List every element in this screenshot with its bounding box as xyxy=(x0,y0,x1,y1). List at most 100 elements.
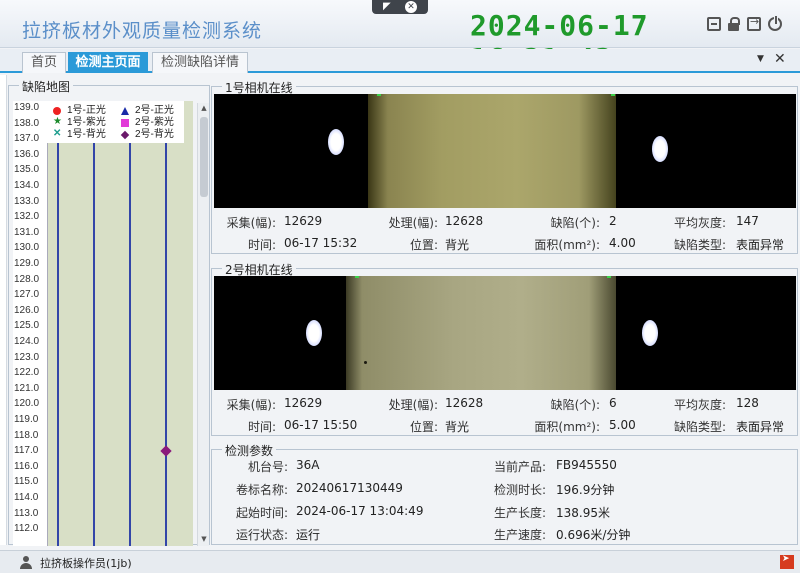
tab-main-inspection[interactable]: 检测主页面 xyxy=(68,52,148,73)
minimize-icon[interactable] xyxy=(707,17,721,31)
volume-value: 20240617130449 xyxy=(296,481,403,495)
position-value: 背光 xyxy=(445,238,470,252)
legend-label: 1号-背光 xyxy=(67,129,106,140)
star-icon: ★ xyxy=(53,116,62,127)
camera1-image[interactable] xyxy=(214,94,796,208)
legend-label: 2号-正光 xyxy=(135,105,174,116)
roi-marker xyxy=(607,276,611,278)
scroll-thumb[interactable] xyxy=(200,117,208,197)
area-value: 5.00 xyxy=(609,418,636,432)
y-tick-label: 138.0 xyxy=(14,117,40,129)
y-tick-label: 121.0 xyxy=(14,382,40,394)
y-tick-label: 124.0 xyxy=(14,336,40,347)
y-tick-label: 123.0 xyxy=(14,351,40,363)
diamond-icon xyxy=(120,130,130,140)
y-tick-label: 129.0 xyxy=(14,258,40,269)
camera1-stats-row: 采集(幅): 12629 处理(幅): 12628 缺陷(个): 2 平均灰度:… xyxy=(212,214,799,232)
title-bar: 拉挤板材外观质量检测系统 ◤ ✕ 2024-06-17 16:21:43 xyxy=(0,0,800,75)
defect-type-label: 缺陷类型: xyxy=(673,238,726,252)
product-label: 当前产品: xyxy=(493,460,546,474)
y-tick-label: 130.0 xyxy=(14,242,40,254)
camera2-stats-row: 采集(幅): 12629 处理(幅): 12628 缺陷(个): 6 平均灰度:… xyxy=(212,396,799,414)
area-label: 面积(mm²): xyxy=(534,420,600,434)
defects-value: 2 xyxy=(609,214,617,228)
y-tick-label: 115.0 xyxy=(14,476,39,488)
lamp-glare xyxy=(328,129,344,155)
x-icon: ✕ xyxy=(53,128,62,139)
close-icon[interactable]: ✕ xyxy=(405,1,417,13)
defects-label: 缺陷(个): xyxy=(550,216,600,230)
time-value: 06-17 15:32 xyxy=(284,236,358,250)
user-icon xyxy=(20,556,32,569)
process-value: 12628 xyxy=(445,214,484,228)
legend-label: 1号-紫光 xyxy=(67,117,106,128)
legend: 1号-正光 2号-正光 ★ 1号-紫光 2号-紫光 ✕ 1号-背光 2号-背光 xyxy=(47,101,184,143)
y-tick-label: 133.0 xyxy=(14,195,40,207)
gray-label: 平均灰度: xyxy=(673,216,726,230)
triangle-icon xyxy=(121,107,129,115)
notification-icon[interactable] xyxy=(780,554,794,569)
tab-defect-details[interactable]: 检测缺陷详情 xyxy=(152,52,248,73)
defect-point[interactable] xyxy=(160,445,172,457)
map-scrollbar[interactable]: ▲ ▼ xyxy=(197,103,209,546)
y-tick-label: 137.0 xyxy=(14,133,40,145)
square-icon xyxy=(121,119,129,127)
position-label: 位置: xyxy=(409,420,438,434)
gray-label: 平均灰度: xyxy=(673,398,726,412)
legend-label: 2号-背光 xyxy=(135,129,174,140)
y-tick-label: 116.0 xyxy=(14,460,39,472)
tab-home[interactable]: 首页 xyxy=(22,52,66,73)
camera2-image[interactable] xyxy=(214,276,796,390)
gray-value: 128 xyxy=(736,396,759,410)
camera2-defect-row: 时间: 06-17 15:50 位置: 背光 面积(mm²): 5.00 缺陷类… xyxy=(212,418,799,436)
process-label: 处理(幅): xyxy=(388,216,438,230)
y-tick-label: 132.0 xyxy=(14,211,40,223)
lane-line xyxy=(129,101,131,546)
y-tick-label: 122.0 xyxy=(14,367,40,379)
defect-map-chart[interactable]: 139.0 138.0 137.0 136.0 135.0 134.0 133.0 132.0… xyxy=(13,101,193,546)
roi-marker xyxy=(611,94,615,96)
y-tick-label: 136.0 xyxy=(14,148,40,160)
time-value: 06-17 15:50 xyxy=(284,418,358,432)
y-tick-label: 119.0 xyxy=(14,414,39,425)
collect-value: 12629 xyxy=(284,214,323,228)
tab-list-dropdown-icon[interactable]: ▼ xyxy=(757,54,764,64)
time-label: 时间: xyxy=(247,238,276,252)
process-value: 12628 xyxy=(445,396,484,410)
roi-marker xyxy=(377,94,381,96)
plot-area[interactable] xyxy=(47,101,193,546)
lane-line xyxy=(165,101,167,546)
machine-label: 机台号: xyxy=(247,460,288,474)
y-tick-label: 114.0 xyxy=(14,492,39,503)
defects-label: 缺陷(个): xyxy=(550,398,600,412)
exit-icon[interactable] xyxy=(747,15,761,31)
product-value: FB945550 xyxy=(556,458,617,472)
y-tick-label: 112.0 xyxy=(14,523,39,535)
inspection-params-panel: 检测参数 机台号: 36A 当前产品: FB945550 卷标名称: 20240… xyxy=(211,442,798,545)
floating-toolbar[interactable]: ◤ ✕ xyxy=(372,0,428,14)
collect-value: 12629 xyxy=(284,396,323,410)
power-icon[interactable] xyxy=(768,15,782,31)
y-tick-label: 127.0 xyxy=(14,289,40,301)
volume-label: 卷标名称: xyxy=(235,483,288,497)
start-time-label: 起始时间: xyxy=(235,506,288,520)
status-value: 运行 xyxy=(296,528,321,542)
tab-bar: 首页 检测主页面 检测缺陷详情 ▼ ✕ xyxy=(0,49,800,73)
app-title: 拉挤板材外观质量检测系统 xyxy=(22,20,263,42)
tab-close-icon[interactable]: ✕ xyxy=(774,51,786,67)
lock-icon[interactable] xyxy=(727,17,741,31)
lamp-glare xyxy=(642,320,658,346)
lamp-glare xyxy=(306,320,322,346)
y-tick-label: 120.0 xyxy=(14,398,40,410)
status-label: 运行状态: xyxy=(235,528,288,542)
defect-spot[interactable] xyxy=(364,361,367,364)
y-axis: 139.0 138.0 137.0 136.0 135.0 134.0 133.0 132.0… xyxy=(13,101,47,546)
process-label: 处理(幅): xyxy=(388,398,438,412)
y-tick-label: 131.0 xyxy=(14,226,40,238)
defects-value: 6 xyxy=(609,396,617,410)
machine-value: 36A xyxy=(296,458,320,472)
area-value: 4.00 xyxy=(609,236,636,250)
scroll-up-icon[interactable]: ▲ xyxy=(199,104,209,114)
collect-label: 采集(幅): xyxy=(226,398,276,412)
pin-icon[interactable]: ◤ xyxy=(383,1,395,12)
